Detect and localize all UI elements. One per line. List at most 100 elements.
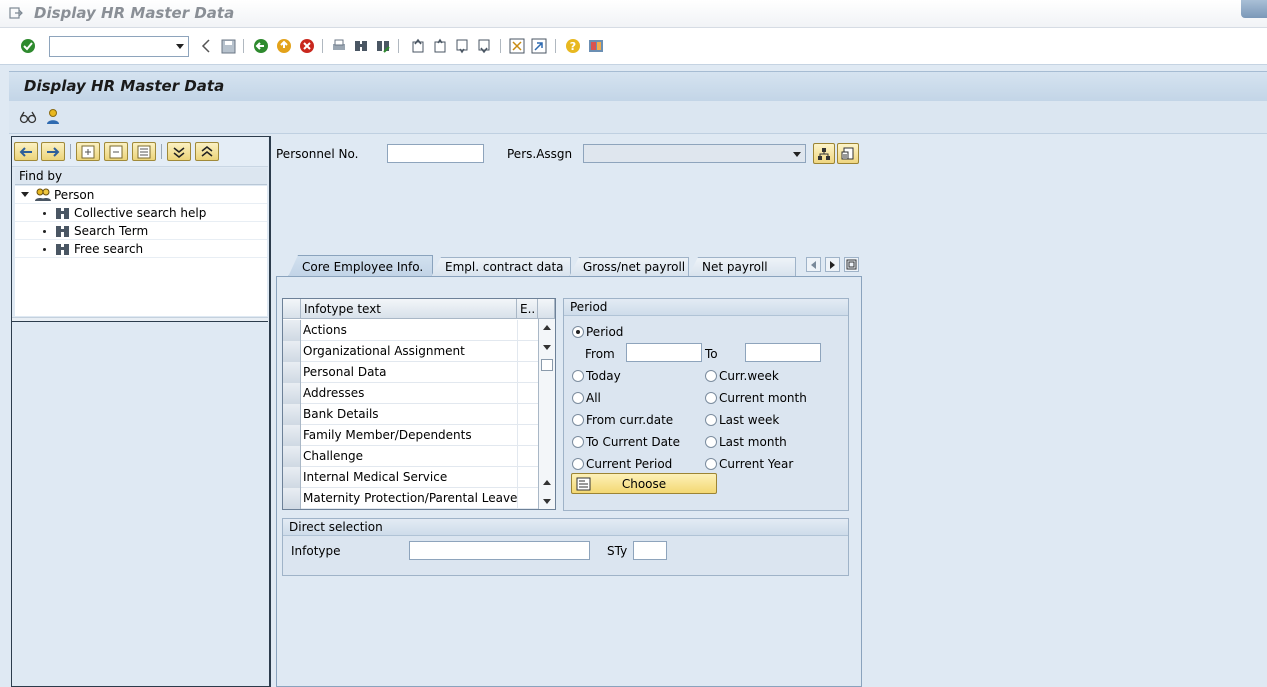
find-next-icon[interactable] [374, 37, 392, 55]
row-selector[interactable] [283, 488, 301, 509]
save-icon[interactable] [219, 37, 237, 55]
radio-button[interactable] [572, 458, 584, 470]
table-row[interactable]: Maternity Protection/Parental Leave [283, 488, 538, 509]
choose-button[interactable]: Choose [571, 473, 717, 494]
table-row[interactable]: Actions [283, 320, 538, 341]
print-icon[interactable] [330, 37, 348, 55]
table-config-corner[interactable] [538, 299, 555, 319]
table-row[interactable]: Organizational Assignment [283, 341, 538, 362]
radio-last-week[interactable]: Last week [705, 413, 779, 427]
chevron-down-icon[interactable] [793, 152, 801, 157]
cancel-icon[interactable] [298, 37, 316, 55]
row-selector[interactable] [283, 341, 301, 362]
tree-item-free-search[interactable]: Free search [15, 240, 267, 258]
table-row[interactable]: Internal Medical Service [283, 467, 538, 488]
tab-core-employee-info[interactable]: Core Employee Info. [288, 255, 433, 277]
radio-button[interactable] [572, 436, 584, 448]
tree-item-collective-search-help[interactable]: Collective search help [15, 204, 267, 222]
radio-current-period[interactable]: Current Period [572, 457, 672, 471]
radio-curr-week[interactable]: Curr.week [705, 369, 779, 383]
radio-button[interactable] [572, 326, 584, 338]
row-selector[interactable] [283, 404, 301, 425]
radio-button[interactable] [705, 458, 717, 470]
new-session-icon[interactable] [508, 37, 526, 55]
scroll-thumb[interactable] [541, 359, 553, 371]
forward-arrow-button[interactable] [41, 142, 65, 161]
radio-button[interactable] [572, 392, 584, 404]
org-structure-button[interactable] [813, 143, 835, 164]
help-icon[interactable]: ? [564, 37, 582, 55]
radio-today[interactable]: Today [572, 369, 621, 383]
tab-net-payroll[interactable]: Net payroll [688, 257, 796, 277]
row-selector[interactable] [283, 425, 301, 446]
collapse-node-button[interactable] [104, 142, 128, 161]
scroll-up-icon[interactable] [543, 480, 551, 485]
row-selector[interactable] [283, 383, 301, 404]
table-row[interactable]: Challenge [283, 446, 538, 467]
person-icon[interactable] [45, 108, 61, 129]
table-row[interactable]: Personal Data [283, 362, 538, 383]
table-row[interactable]: Family Member/Dependents [283, 425, 538, 446]
sty-input[interactable] [633, 541, 667, 560]
menu-icon[interactable] [9, 6, 23, 20]
radio-from-curr-date[interactable]: From curr.date [572, 413, 673, 427]
radio-last-month[interactable]: Last month [705, 435, 787, 449]
row-selector[interactable] [283, 446, 301, 467]
scroll-down-icon[interactable] [543, 345, 551, 350]
back-arrow-button[interactable] [14, 142, 38, 161]
back-icon[interactable] [252, 37, 270, 55]
collapse-all-button[interactable] [195, 142, 219, 161]
row-selector[interactable] [283, 362, 301, 383]
tree-settings-button[interactable] [132, 142, 156, 161]
radio-button[interactable] [572, 370, 584, 382]
scroll-up-icon[interactable] [543, 325, 551, 330]
tab-gross-net-payroll[interactable]: Gross/net payroll [569, 257, 689, 277]
display-glasses-icon[interactable] [19, 109, 37, 128]
expand-all-button[interactable] [167, 142, 191, 161]
radio-button[interactable] [705, 414, 717, 426]
expand-caret-icon[interactable] [21, 192, 29, 197]
shortcut-icon[interactable] [530, 37, 548, 55]
radio-current-year[interactable]: Current Year [705, 457, 793, 471]
tab-list-button[interactable] [844, 257, 859, 272]
previous-page-icon[interactable] [431, 37, 449, 55]
from-date-input[interactable] [626, 343, 702, 362]
column-header-infotype-text[interactable]: Infotype text [301, 299, 517, 319]
radio-period[interactable]: Period [572, 325, 623, 339]
customize-layout-icon[interactable] [587, 37, 605, 55]
tree-item-search-term[interactable]: Search Term [15, 222, 267, 240]
collapse-left-icon[interactable] [197, 37, 215, 55]
vertical-scrollbar[interactable] [538, 319, 555, 509]
scroll-down-icon[interactable] [543, 499, 551, 504]
column-header-e[interactable]: E.. [517, 299, 538, 319]
chevron-down-icon[interactable] [176, 44, 184, 49]
expand-node-button[interactable] [76, 142, 100, 161]
tree-node-person[interactable]: Person [15, 186, 267, 204]
last-page-icon[interactable] [475, 37, 493, 55]
tab-empl-contract-data[interactable]: Empl. contract data [431, 257, 571, 277]
tab-scroll-right-button[interactable] [825, 257, 840, 272]
radio-button[interactable] [572, 414, 584, 426]
enter-icon[interactable] [19, 37, 37, 55]
pers-assgn-dropdown[interactable] [583, 144, 806, 163]
window-control-button[interactable] [1241, 0, 1267, 18]
table-row[interactable]: Addresses [283, 383, 538, 404]
infotype-input[interactable] [409, 541, 590, 560]
radio-button[interactable] [705, 370, 717, 382]
to-date-input[interactable] [745, 343, 821, 362]
radio-to-current-date[interactable]: To Current Date [572, 435, 680, 449]
find-icon[interactable] [352, 37, 370, 55]
table-row[interactable]: Bank Details [283, 404, 538, 425]
radio-button[interactable] [705, 436, 717, 448]
row-selector[interactable] [283, 320, 301, 341]
row-selector[interactable] [283, 467, 301, 488]
select-all-column[interactable] [283, 299, 301, 319]
search-help-button[interactable] [837, 143, 859, 164]
radio-current-month[interactable]: Current month [705, 391, 807, 405]
panel-splitter[interactable] [12, 317, 268, 322]
next-page-icon[interactable] [453, 37, 471, 55]
command-field[interactable] [49, 36, 189, 57]
exit-icon[interactable] [275, 37, 293, 55]
personnel-no-input[interactable] [387, 144, 484, 163]
first-page-icon[interactable] [409, 37, 427, 55]
